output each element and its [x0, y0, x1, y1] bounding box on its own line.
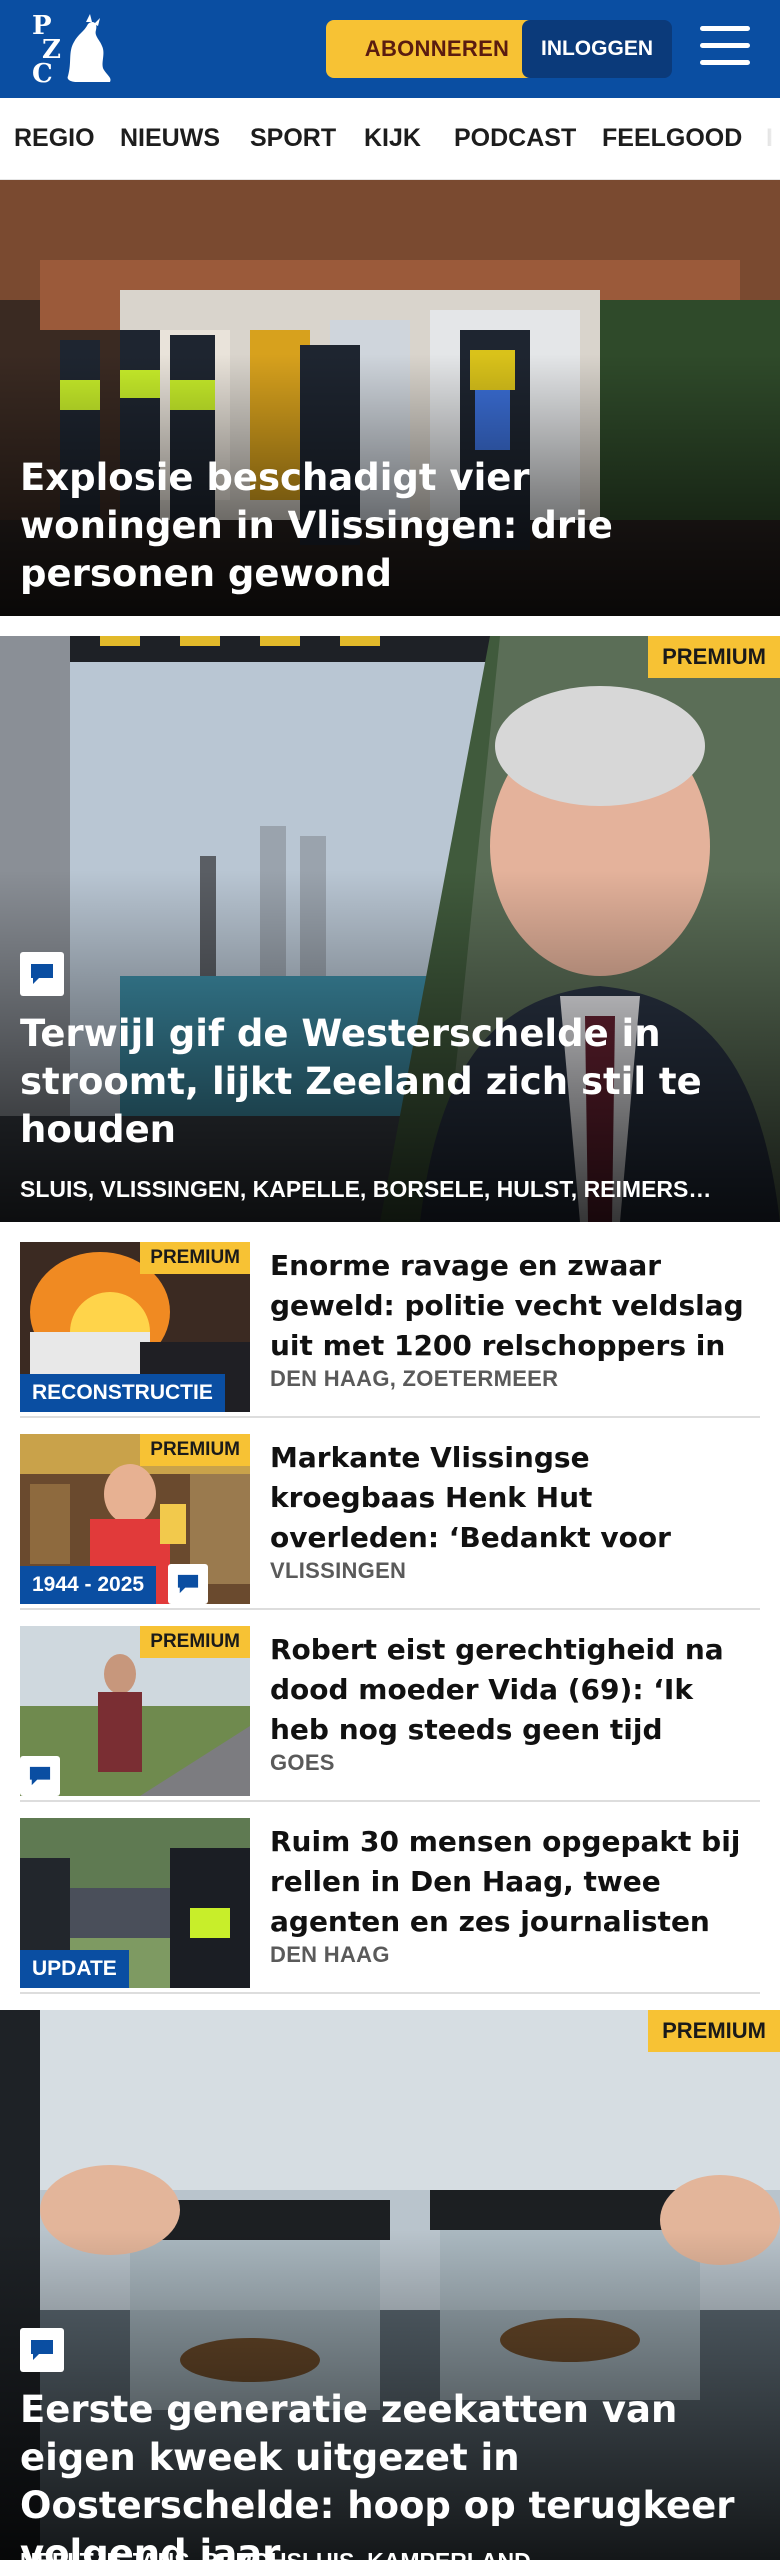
list-item[interactable]: UPDATE Ruim 30 mensen opgepakt bij relle…: [20, 1818, 760, 1994]
nav-item-feelgood[interactable]: FEELGOOD: [602, 124, 742, 153]
nav-item-sport[interactable]: SPORT: [250, 124, 336, 153]
article-title[interactable]: Enorme ravage en zwaar geweld: politie v…: [270, 1246, 750, 1366]
article-thumbnail: PREMIUM RECONSTRUCTIE: [20, 1242, 250, 1412]
premium-badge: PREMIUM: [140, 1626, 250, 1658]
comment-bubble-icon: [168, 1564, 208, 1604]
list-item[interactable]: PREMIUM 1944 - 2025 Markante Vlissingse …: [20, 1434, 760, 1610]
site-logo[interactable]: P Z C: [28, 12, 114, 88]
article-location: DEN HAAG, ZOETERMEER: [270, 1366, 559, 1391]
nav-item-nieuws[interactable]: NIEUWS: [120, 124, 220, 153]
premium-badge: PREMIUM: [648, 636, 780, 678]
article-title[interactable]: Ruim 30 mensen opgepakt bij rellen in De…: [270, 1822, 750, 1942]
top-story-card[interactable]: Explosie beschadigt vier woningen in Vli…: [0, 180, 780, 616]
bottom-story-locations: NEELTJE JANS, BURGHSLUIS, KAMPERLAND: [20, 2548, 750, 2560]
article-location: DEN HAAG: [270, 1942, 390, 1967]
site-header: P Z C ABONNEREN INLOGGEN: [0, 0, 780, 98]
bottom-story-card[interactable]: PREMIUM Eerste generatie zeekatten van e…: [0, 2010, 780, 2560]
feature-story-card[interactable]: PREMIUM Terwijl gif de Westerschelde in …: [0, 636, 780, 1222]
comment-bubble-icon: [20, 952, 64, 996]
article-thumbnail: PREMIUM 1944 - 2025: [20, 1434, 250, 1604]
bottom-story-title[interactable]: Eerste generatie zeekatten van eigen kwe…: [20, 2386, 740, 2560]
logo-text: P Z C: [32, 11, 61, 89]
feature-story-title[interactable]: Terwijl gif de Westerschelde in stroomt,…: [20, 1010, 740, 1154]
feature-story-locations: SLUIS, VLISSINGEN, KAPELLE, BORSELE, HUL…: [20, 1176, 712, 1202]
article-thumbnail: UPDATE: [20, 1818, 250, 1988]
section-nav: REGIO NIEUWS SPORT KIJK PODCAST FEELGOOD…: [0, 98, 780, 180]
nav-item-podcast[interactable]: PODCAST: [454, 124, 576, 153]
subscribe-button[interactable]: ABONNEREN: [326, 20, 548, 78]
article-label: UPDATE: [20, 1950, 129, 1988]
hamburger-menu-icon[interactable]: [700, 26, 754, 70]
premium-badge: PREMIUM: [140, 1434, 250, 1466]
article-label: RECONSTRUCTIE: [20, 1374, 225, 1412]
article-thumbnail: PREMIUM: [20, 1626, 250, 1796]
article-label: 1944 - 2025: [20, 1566, 157, 1604]
list-item[interactable]: PREMIUM Robert eist gerechtigheid na doo…: [20, 1626, 760, 1802]
top-story-title[interactable]: Explosie beschadigt vier woningen in Vli…: [20, 454, 740, 598]
premium-badge: PREMIUM: [648, 2010, 780, 2052]
article-title[interactable]: Markante Vlissingse kroegbaas Henk Hut o…: [270, 1438, 750, 1558]
login-button[interactable]: INLOGGEN: [522, 20, 672, 78]
article-location: VLISSINGEN: [270, 1558, 407, 1583]
nav-item-regio[interactable]: REGIO: [14, 124, 95, 153]
nav-item-kijk[interactable]: KIJK: [364, 124, 421, 153]
article-location: GOES: [270, 1750, 335, 1775]
list-item[interactable]: PREMIUM RECONSTRUCTIE Enorme ravage en z…: [20, 1242, 760, 1418]
premium-badge: PREMIUM: [140, 1242, 250, 1274]
nav-scroll-fade: [750, 98, 780, 179]
comment-bubble-icon: [20, 2328, 64, 2372]
comment-bubble-icon: [20, 1756, 60, 1796]
article-title[interactable]: Robert eist gerechtigheid na dood moeder…: [270, 1630, 750, 1750]
